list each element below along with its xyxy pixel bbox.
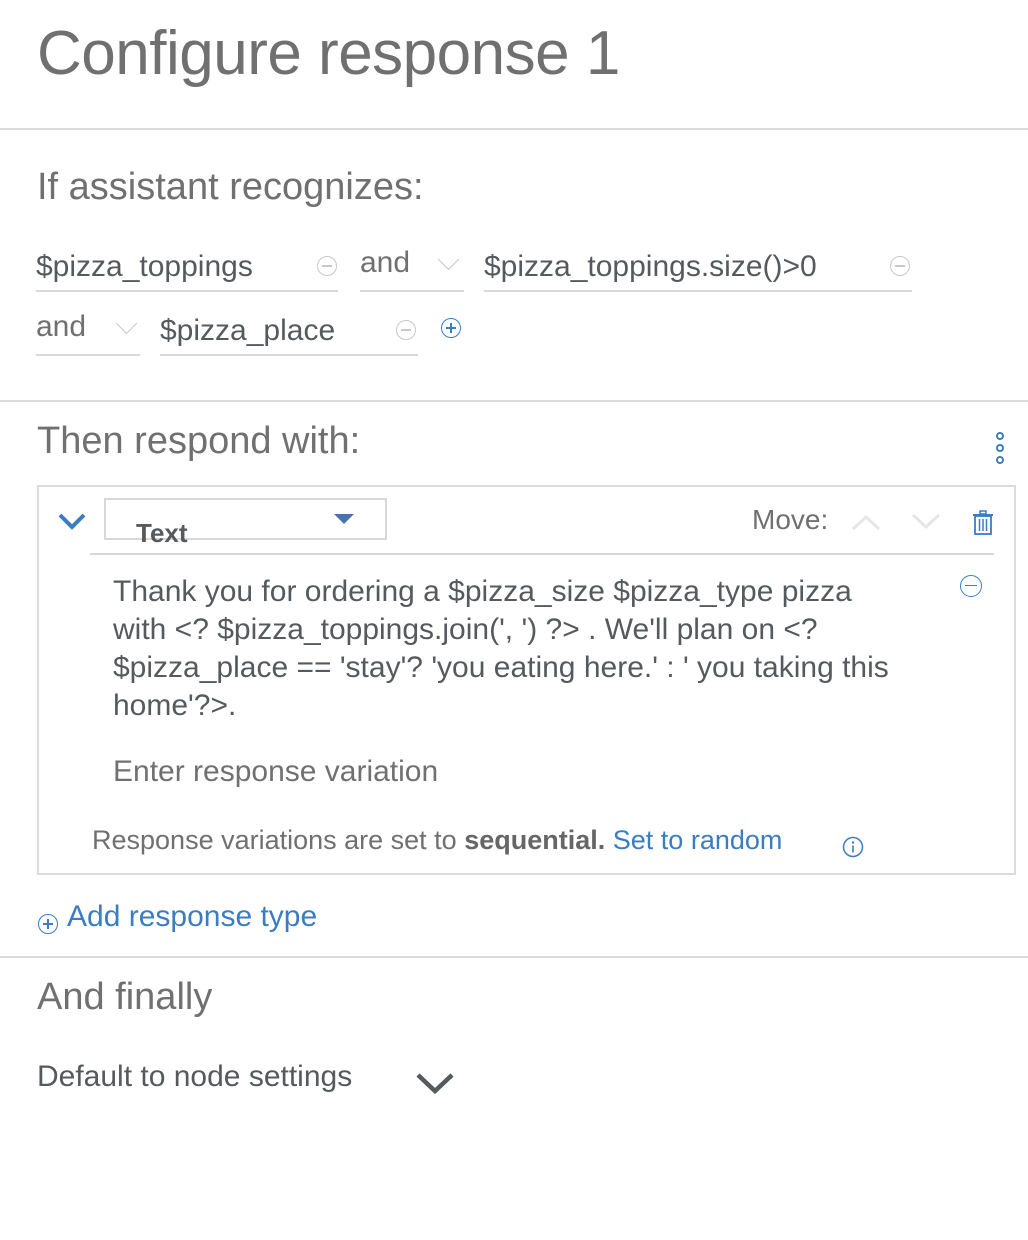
finally-action-value: Default to node settings xyxy=(37,1060,353,1093)
chevron-down-icon xyxy=(416,1073,454,1095)
finally-action-dropdown[interactable]: Default to node settings xyxy=(37,1060,467,1104)
move-up-icon[interactable] xyxy=(850,512,882,532)
condition-value: $pizza_toppings xyxy=(36,250,253,283)
more-options-icon[interactable] xyxy=(994,432,1006,466)
operator-select-2[interactable]: and xyxy=(36,310,140,356)
add-response-type-label: Add response type xyxy=(67,900,318,933)
remove-condition-icon[interactable] xyxy=(890,256,910,276)
new-variation-input[interactable]: Enter response variation xyxy=(113,755,438,789)
divider xyxy=(90,553,994,555)
condition-field-2[interactable]: $pizza_toppings.size()>0 xyxy=(484,248,912,292)
operator-value: and xyxy=(360,246,411,279)
condition-field-3[interactable]: $pizza_place xyxy=(160,312,418,356)
remove-condition-icon[interactable] xyxy=(396,320,416,340)
finally-heading: And finally xyxy=(37,976,213,1018)
remove-variation-icon[interactable] xyxy=(960,575,982,597)
move-down-icon[interactable] xyxy=(910,512,942,532)
condition-field-1[interactable]: $pizza_toppings xyxy=(36,248,338,292)
condition-heading: If assistant recognizes: xyxy=(37,166,424,208)
move-label: Move: xyxy=(752,504,829,535)
operator-select-1[interactable]: and xyxy=(360,246,464,292)
response-heading: Then respond with: xyxy=(37,420,361,462)
remove-condition-icon[interactable] xyxy=(317,256,337,276)
set-to-random-link[interactable]: Set to random xyxy=(613,825,783,855)
variation-mode-text: Response variations are set to sequentia… xyxy=(92,825,782,856)
collapse-chevron-icon[interactable] xyxy=(57,510,87,532)
response-variation-1[interactable]: Thank you for ordering a $pizza_size $pi… xyxy=(113,573,913,725)
condition-value: $pizza_place xyxy=(160,314,336,347)
info-icon[interactable] xyxy=(842,836,864,858)
divider xyxy=(0,956,1028,958)
divider xyxy=(0,400,1028,402)
condition-value: $pizza_toppings.size()>0 xyxy=(484,250,817,283)
response-type-value: Text xyxy=(136,518,188,548)
variation-mode-value: sequential. xyxy=(464,825,606,855)
operator-value: and xyxy=(36,310,87,343)
chevron-down-icon xyxy=(437,248,460,271)
page-title: Configure response 1 xyxy=(37,19,620,88)
variation-mode-prefix: Response variations are set to xyxy=(92,825,457,855)
chevron-down-icon xyxy=(115,312,138,335)
add-icon xyxy=(38,914,58,934)
response-type-dropdown[interactable]: Text xyxy=(104,498,387,548)
divider xyxy=(0,128,1028,130)
add-condition-icon[interactable] xyxy=(441,318,461,338)
delete-trash-icon[interactable] xyxy=(972,510,994,536)
caret-down-icon xyxy=(334,514,354,524)
